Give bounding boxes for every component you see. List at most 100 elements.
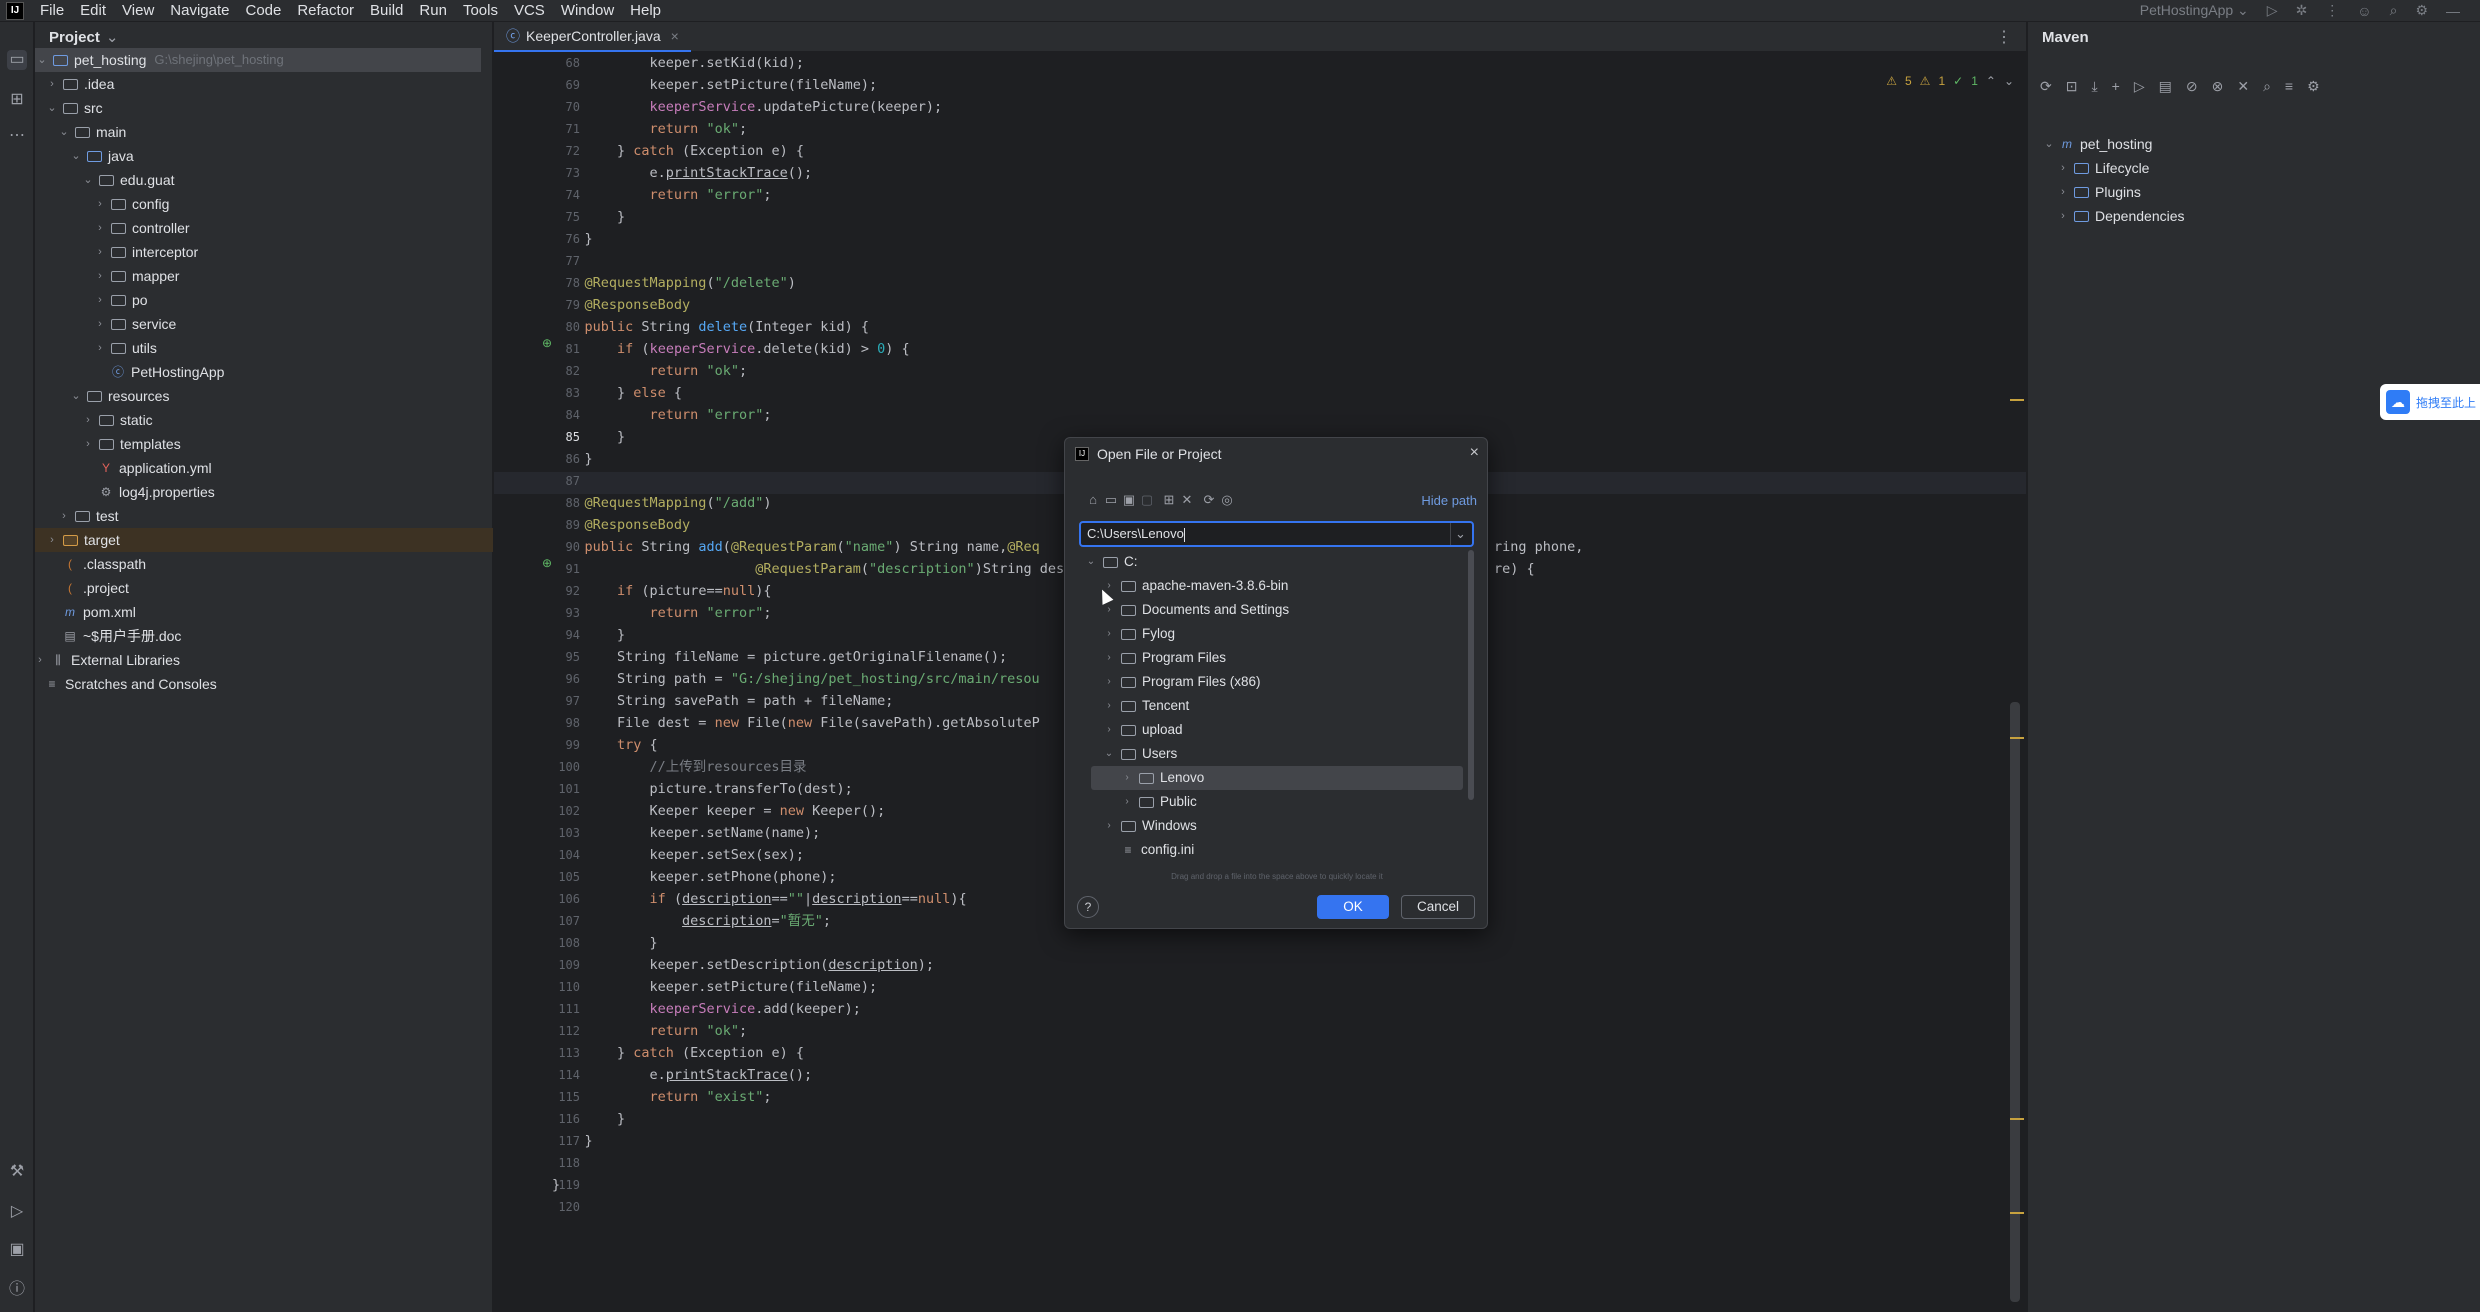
problems-tool-icon[interactable]: ⓘ — [7, 1280, 27, 1300]
ok-button[interactable]: OK — [1317, 895, 1389, 919]
path-input[interactable]: C:\Users\Lenovo ⌄ — [1079, 521, 1474, 547]
menu-vcs[interactable]: VCS — [506, 0, 553, 22]
tree-row-main[interactable]: ⌄ main — [57, 120, 126, 144]
menu-help[interactable]: Help — [622, 0, 669, 22]
file-tree-row[interactable]: › Windows — [1103, 814, 1196, 838]
tree-row-classpath[interactable]: (.classpath — [63, 552, 146, 576]
file-tree-row[interactable]: ⌄ Users — [1103, 742, 1177, 766]
maven-project-row[interactable]: ⌄ m pet_hosting — [2042, 132, 2152, 156]
menu-view[interactable]: View — [114, 0, 162, 22]
tree-row-service[interactable]: › service — [93, 312, 176, 336]
warning-marker[interactable] — [2010, 1212, 2024, 1214]
maven-dependencies-row[interactable]: › Dependencies — [2056, 204, 2184, 228]
tree-row-root[interactable]: ⌄ pet_hosting G:\shejing\pet_hosting — [35, 48, 481, 72]
baidu-drop-badge[interactable]: ☁ 拖拽至此上 — [2380, 384, 2480, 420]
tree-row-config[interactable]: › config — [93, 192, 169, 216]
file-tree-row[interactable]: › Documents and Settings — [1103, 598, 1289, 622]
home-icon[interactable]: ⌂ — [1085, 492, 1101, 507]
run-icon[interactable]: ▷ — [2267, 2, 2278, 19]
align-icon[interactable]: ≡ — [2285, 78, 2293, 95]
project-tool-icon[interactable]: ▭ — [7, 50, 27, 70]
find-icon[interactable]: ⌕ — [2263, 78, 2271, 95]
skip-tests-icon[interactable]: ⊘ — [2186, 78, 2198, 95]
tree-row-utils[interactable]: › utils — [93, 336, 157, 360]
file-tree-row[interactable]: › upload — [1103, 718, 1182, 742]
file-tree-row-selected[interactable]: › Lenovo — [1091, 766, 1463, 790]
tree-row-target[interactable]: › target — [35, 528, 493, 552]
desktop-icon[interactable]: ▭ — [1103, 492, 1119, 508]
tree-row-static[interactable]: › static — [81, 408, 153, 432]
tree-row-project-file[interactable]: (.project — [63, 576, 129, 600]
search-icon[interactable]: ⌕ — [2390, 2, 2398, 19]
terminal-tool-icon[interactable]: ▣ — [7, 1240, 27, 1260]
close-icon[interactable]: × — [671, 28, 679, 44]
tree-row-controller[interactable]: › controller — [93, 216, 189, 240]
account-icon[interactable]: ☺ — [2357, 3, 2371, 19]
menu-navigate[interactable]: Navigate — [162, 0, 237, 22]
tree-row-java[interactable]: ⌄ java — [69, 144, 133, 168]
menu-window[interactable]: Window — [553, 0, 622, 22]
tree-row-src[interactable]: ⌄ src — [45, 96, 102, 120]
help-button[interactable]: ? — [1077, 896, 1099, 918]
tab-keepercontroller[interactable]: ⓒ KeeperController.java × — [494, 22, 691, 52]
history-dropdown-icon[interactable]: ⌄ — [1450, 523, 1470, 545]
tree-row-edu-guat[interactable]: ⌄ edu.guat — [81, 168, 174, 192]
menu-file[interactable]: File — [32, 0, 72, 22]
more-icon[interactable]: ⋮ — [2325, 2, 2339, 19]
file-tree-row[interactable]: › Program Files — [1103, 646, 1226, 670]
warning-marker[interactable] — [2010, 737, 2024, 739]
tree-row-resources[interactable]: ⌄ resources — [69, 384, 169, 408]
menu-edit[interactable]: Edit — [72, 0, 114, 22]
maven-plugins-row[interactable]: › Plugins — [2056, 180, 2141, 204]
file-tree-row[interactable]: › Program Files (x86) — [1103, 670, 1260, 694]
structure-tool-icon[interactable]: ⊞ — [7, 90, 27, 110]
file-tree-row[interactable]: ⌄ C: — [1085, 550, 1138, 574]
project-dir-icon[interactable]: ▣ — [1121, 492, 1137, 508]
delete-icon[interactable]: ✕ — [1179, 492, 1195, 508]
warning-marker[interactable] — [2010, 399, 2024, 401]
menu-tools[interactable]: Tools — [455, 0, 506, 22]
file-tree[interactable]: ⌄ C: › apache-maven-3.8.6-bin › Documents a… — [1079, 550, 1474, 866]
download-icon[interactable]: ⤓ — [2091, 78, 2097, 95]
inspection-widget[interactable]: ⚠ 5 ⚠ 1 ✓ 1 ⌃ ⌄ — [1886, 74, 2014, 88]
tree-row-idea[interactable]: › .idea — [45, 72, 114, 96]
chevron-down-icon[interactable]: ⌄ — [2004, 74, 2014, 88]
new-folder-icon[interactable]: ⊞ — [1161, 492, 1177, 508]
run-config-selector[interactable]: PetHostingApp ⌄ — [2140, 2, 2249, 19]
tree-row-test[interactable]: › test — [57, 504, 118, 528]
spring-endpoint-gutter-icon[interactable]: ⊕ — [542, 556, 552, 570]
services-tool-icon[interactable]: ▷ — [7, 1202, 27, 1222]
refresh-icon[interactable]: ⟳ — [1201, 492, 1217, 508]
file-tree-row[interactable]: › Public — [1121, 790, 1196, 814]
tree-row-external-libraries[interactable]: › ⫼ External Libraries — [33, 648, 180, 672]
tree-row-doc[interactable]: ▤ ~$用户手册.doc — [63, 624, 181, 648]
tree-row-templates[interactable]: › templates — [81, 432, 181, 456]
build-tool-icon[interactable]: ⚒ — [7, 1162, 27, 1182]
spring-endpoint-gutter-icon[interactable]: ⊕ — [542, 336, 552, 350]
more-tools-icon[interactable]: ⋯ — [7, 126, 27, 146]
tree-row-interceptor[interactable]: › interceptor — [93, 240, 198, 264]
maven-lifecycle-row[interactable]: › Lifecycle — [2056, 156, 2149, 180]
add-project-icon[interactable]: ⊡ — [2066, 78, 2078, 95]
minimize-icon[interactable]: — — [2446, 3, 2460, 19]
menu-run[interactable]: Run — [411, 0, 455, 22]
menu-code[interactable]: Code — [237, 0, 289, 22]
tab-options-icon[interactable]: ⋮ — [1996, 27, 2012, 47]
maven-settings-icon[interactable]: ⚙ — [2307, 78, 2320, 95]
tree-row-mapper[interactable]: › mapper — [93, 264, 179, 288]
tree-row-log4j[interactable]: ⚙ log4j.properties — [99, 480, 215, 504]
add-icon[interactable]: + — [2112, 78, 2120, 95]
collapse-icon[interactable]: ⊗ — [2212, 78, 2224, 95]
chevron-up-icon[interactable]: ⌃ — [1986, 74, 1996, 88]
run-icon[interactable]: ▷ — [2134, 78, 2145, 95]
reload-icon[interactable]: ⟳ — [2040, 78, 2052, 95]
file-tree-row[interactable]: ≡ config.ini — [1121, 838, 1194, 862]
hide-path-link[interactable]: Hide path — [1421, 493, 1477, 508]
show-hidden-icon[interactable]: ◎ — [1219, 492, 1235, 508]
menu-build[interactable]: Build — [362, 0, 411, 22]
tree-row-application-yml[interactable]: Yapplication.yml — [99, 456, 212, 480]
settings-gear-icon[interactable]: ⚙ — [2415, 2, 2428, 19]
module-dir-icon[interactable]: ▢ — [1139, 492, 1155, 508]
close-icon[interactable]: × — [1470, 444, 1479, 462]
tree-row-scratches[interactable]: ≡ Scratches and Consoles — [45, 672, 216, 696]
